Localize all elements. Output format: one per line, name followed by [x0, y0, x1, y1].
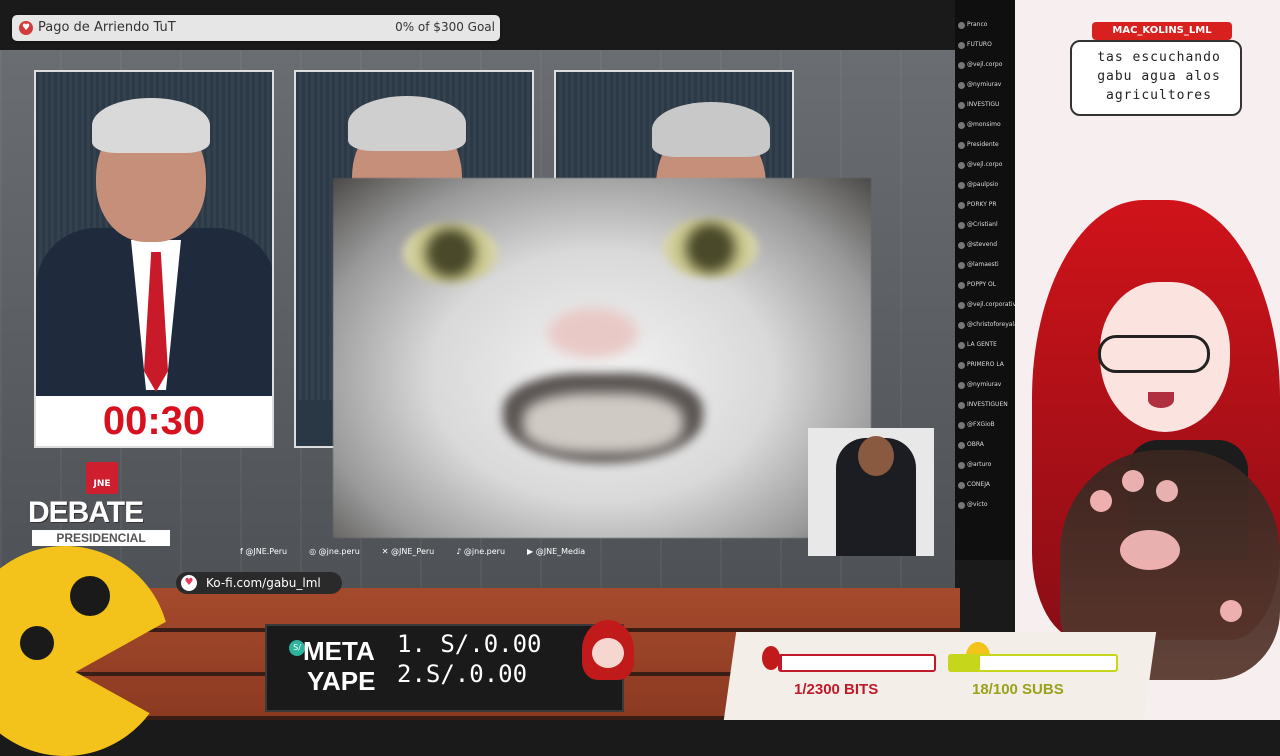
vtuber-mouth: [1148, 392, 1174, 408]
chat-avatar: [958, 122, 965, 129]
chat-message: @FXGioB: [967, 421, 995, 428]
meta-yape-panel: S/ META YAPE 1. S/.0.00 2.S/.0.00: [265, 624, 624, 712]
social-tiktok: ♪ @jne.peru: [456, 546, 506, 556]
chat-message: @vejl.corpo: [967, 161, 1003, 168]
chat-avatar: [958, 62, 965, 69]
chat-message: @Cristianl: [967, 221, 998, 228]
chat-avatar: [958, 102, 965, 109]
chat-message: @nymiurav: [967, 381, 1002, 388]
chat-message: @christoforeyalaab: [967, 321, 1015, 328]
bubble-message: tas escuchando gabu agua alos agricultor…: [1097, 50, 1221, 103]
social-handles: f @JNE.Peru ◎ @jne.peru ✕ @JNE_Peru ♪ @j…: [240, 541, 710, 561]
chat-avatar: [958, 422, 965, 429]
bits-progress-bar: [778, 654, 936, 672]
vtuber-glasses: [1098, 335, 1210, 373]
chat-avatar: [958, 262, 965, 269]
chat-avatar: [958, 202, 965, 209]
chat-avatar: [958, 142, 965, 149]
social-facebook: f @JNE.Peru: [240, 546, 288, 556]
chat-message: @vejl.corporative: [967, 301, 1015, 308]
subs-progress-bar: [948, 654, 1118, 672]
chat-highlight-bubble: MAC_KOLINS_LML tas escuchando gabu agua …: [1070, 22, 1242, 116]
chat-avatar: [958, 82, 965, 89]
chat-avatar: [958, 362, 965, 369]
bits-progress-fill: [780, 656, 782, 670]
chat-avatar: [958, 242, 965, 249]
cat-eye-right: [663, 218, 758, 278]
kofi-text: Ko-fi.com/gabu_lml: [206, 576, 321, 590]
bubble-username: MAC_KOLINS_LML: [1092, 22, 1232, 40]
sign-language-interpreter: [808, 428, 934, 556]
subs-goal-label: 18/100 SUBS: [972, 681, 1064, 698]
chat-avatar: [958, 462, 965, 469]
chat-message: PORKY PR: [967, 201, 997, 208]
chat-avatar: [958, 222, 965, 229]
goal-amount: 0% of $300 Goal: [395, 20, 495, 34]
chat-message: Presidente: [967, 141, 999, 148]
social-instagram: ◎ @jne.peru: [309, 546, 360, 556]
chat-avatar: [958, 302, 965, 309]
chat-avatar: [958, 162, 965, 169]
stream-goals-panel: [723, 632, 1157, 720]
cat-nose: [548, 308, 638, 358]
cat-meme-overlay: [333, 178, 871, 538]
chat-avatar: [958, 402, 965, 409]
jne-logo: JNE: [86, 462, 118, 494]
meta-yape-logo-line2: YAPE: [307, 666, 376, 696]
chat-avatar: [958, 282, 965, 289]
chat-message: INVESTIGU: [967, 101, 1000, 108]
chat-avatar: [958, 342, 965, 349]
goal-title: Pago de Arriendo TuT: [38, 20, 176, 35]
chat-message: POPPY OL: [967, 281, 997, 288]
chat-message: @stevend: [967, 241, 998, 248]
chat-message: CONEJA: [967, 481, 990, 488]
social-youtube: ▶ @JNE_Media: [527, 546, 586, 556]
chat-avatar: [958, 482, 965, 489]
chat-message: OBRA: [967, 441, 984, 448]
chat-message: @paulpsio: [967, 181, 999, 188]
kofi-link[interactable]: ♥ Ko-fi.com/gabu_lml: [176, 572, 342, 594]
meta-yape-entry-1: 1. S/.0.00: [397, 630, 542, 658]
chat-avatar: [958, 442, 965, 449]
chat-avatar: [958, 182, 965, 189]
chibi-avatar: [582, 620, 634, 700]
heart-icon: ♥: [19, 21, 33, 35]
chat-avatar: [958, 502, 965, 509]
candidate-panel-left: 00:30: [34, 70, 274, 448]
bits-goal-label: 1/2300 BITS: [794, 681, 879, 698]
chat-avatar: [958, 42, 965, 49]
social-x: ✕ @JNE_Peru: [381, 546, 435, 556]
speaking-timer: 00:30: [36, 396, 272, 446]
cat-eye-left: [403, 223, 498, 283]
meta-yape-logo-line1: META: [303, 636, 375, 666]
chat-message: @arturo: [967, 461, 992, 468]
kofi-cup-icon: ♥: [181, 575, 197, 591]
debate-title: DEBATE: [28, 496, 144, 529]
chat-message: LA GENTE: [967, 341, 997, 348]
chat-avatar: [958, 322, 965, 329]
meta-yape-entry-2: 2.S/.0.00: [397, 660, 528, 688]
chat-column: Pranco FUTURO @vejl.corpo @nymiurav INVESTIG…: [955, 0, 1015, 560]
chat-message: @monsimo: [967, 121, 1001, 128]
chat-message: FUTURO: [967, 41, 992, 48]
chat-message: PRIMERO LA: [967, 361, 1004, 368]
donation-goal-bar: ♥ Pago de Arriendo TuT 0% of $300 Goal: [12, 15, 500, 41]
chat-message: Pranco: [967, 21, 988, 28]
chat-avatar: [958, 22, 965, 29]
chat-message: INVESTIGUEN: [967, 401, 1008, 408]
chat-message: @victo: [967, 501, 988, 508]
debate-subtitle: PRESIDENCIAL: [32, 530, 170, 546]
chat-avatar: [958, 382, 965, 389]
chat-message: @lamaesti: [967, 261, 999, 268]
cat-teeth: [523, 393, 683, 453]
subs-progress-fill: [950, 656, 980, 670]
chat-message: @vejl.corpo: [967, 61, 1003, 68]
chat-message: @nymiurav: [967, 81, 1002, 88]
